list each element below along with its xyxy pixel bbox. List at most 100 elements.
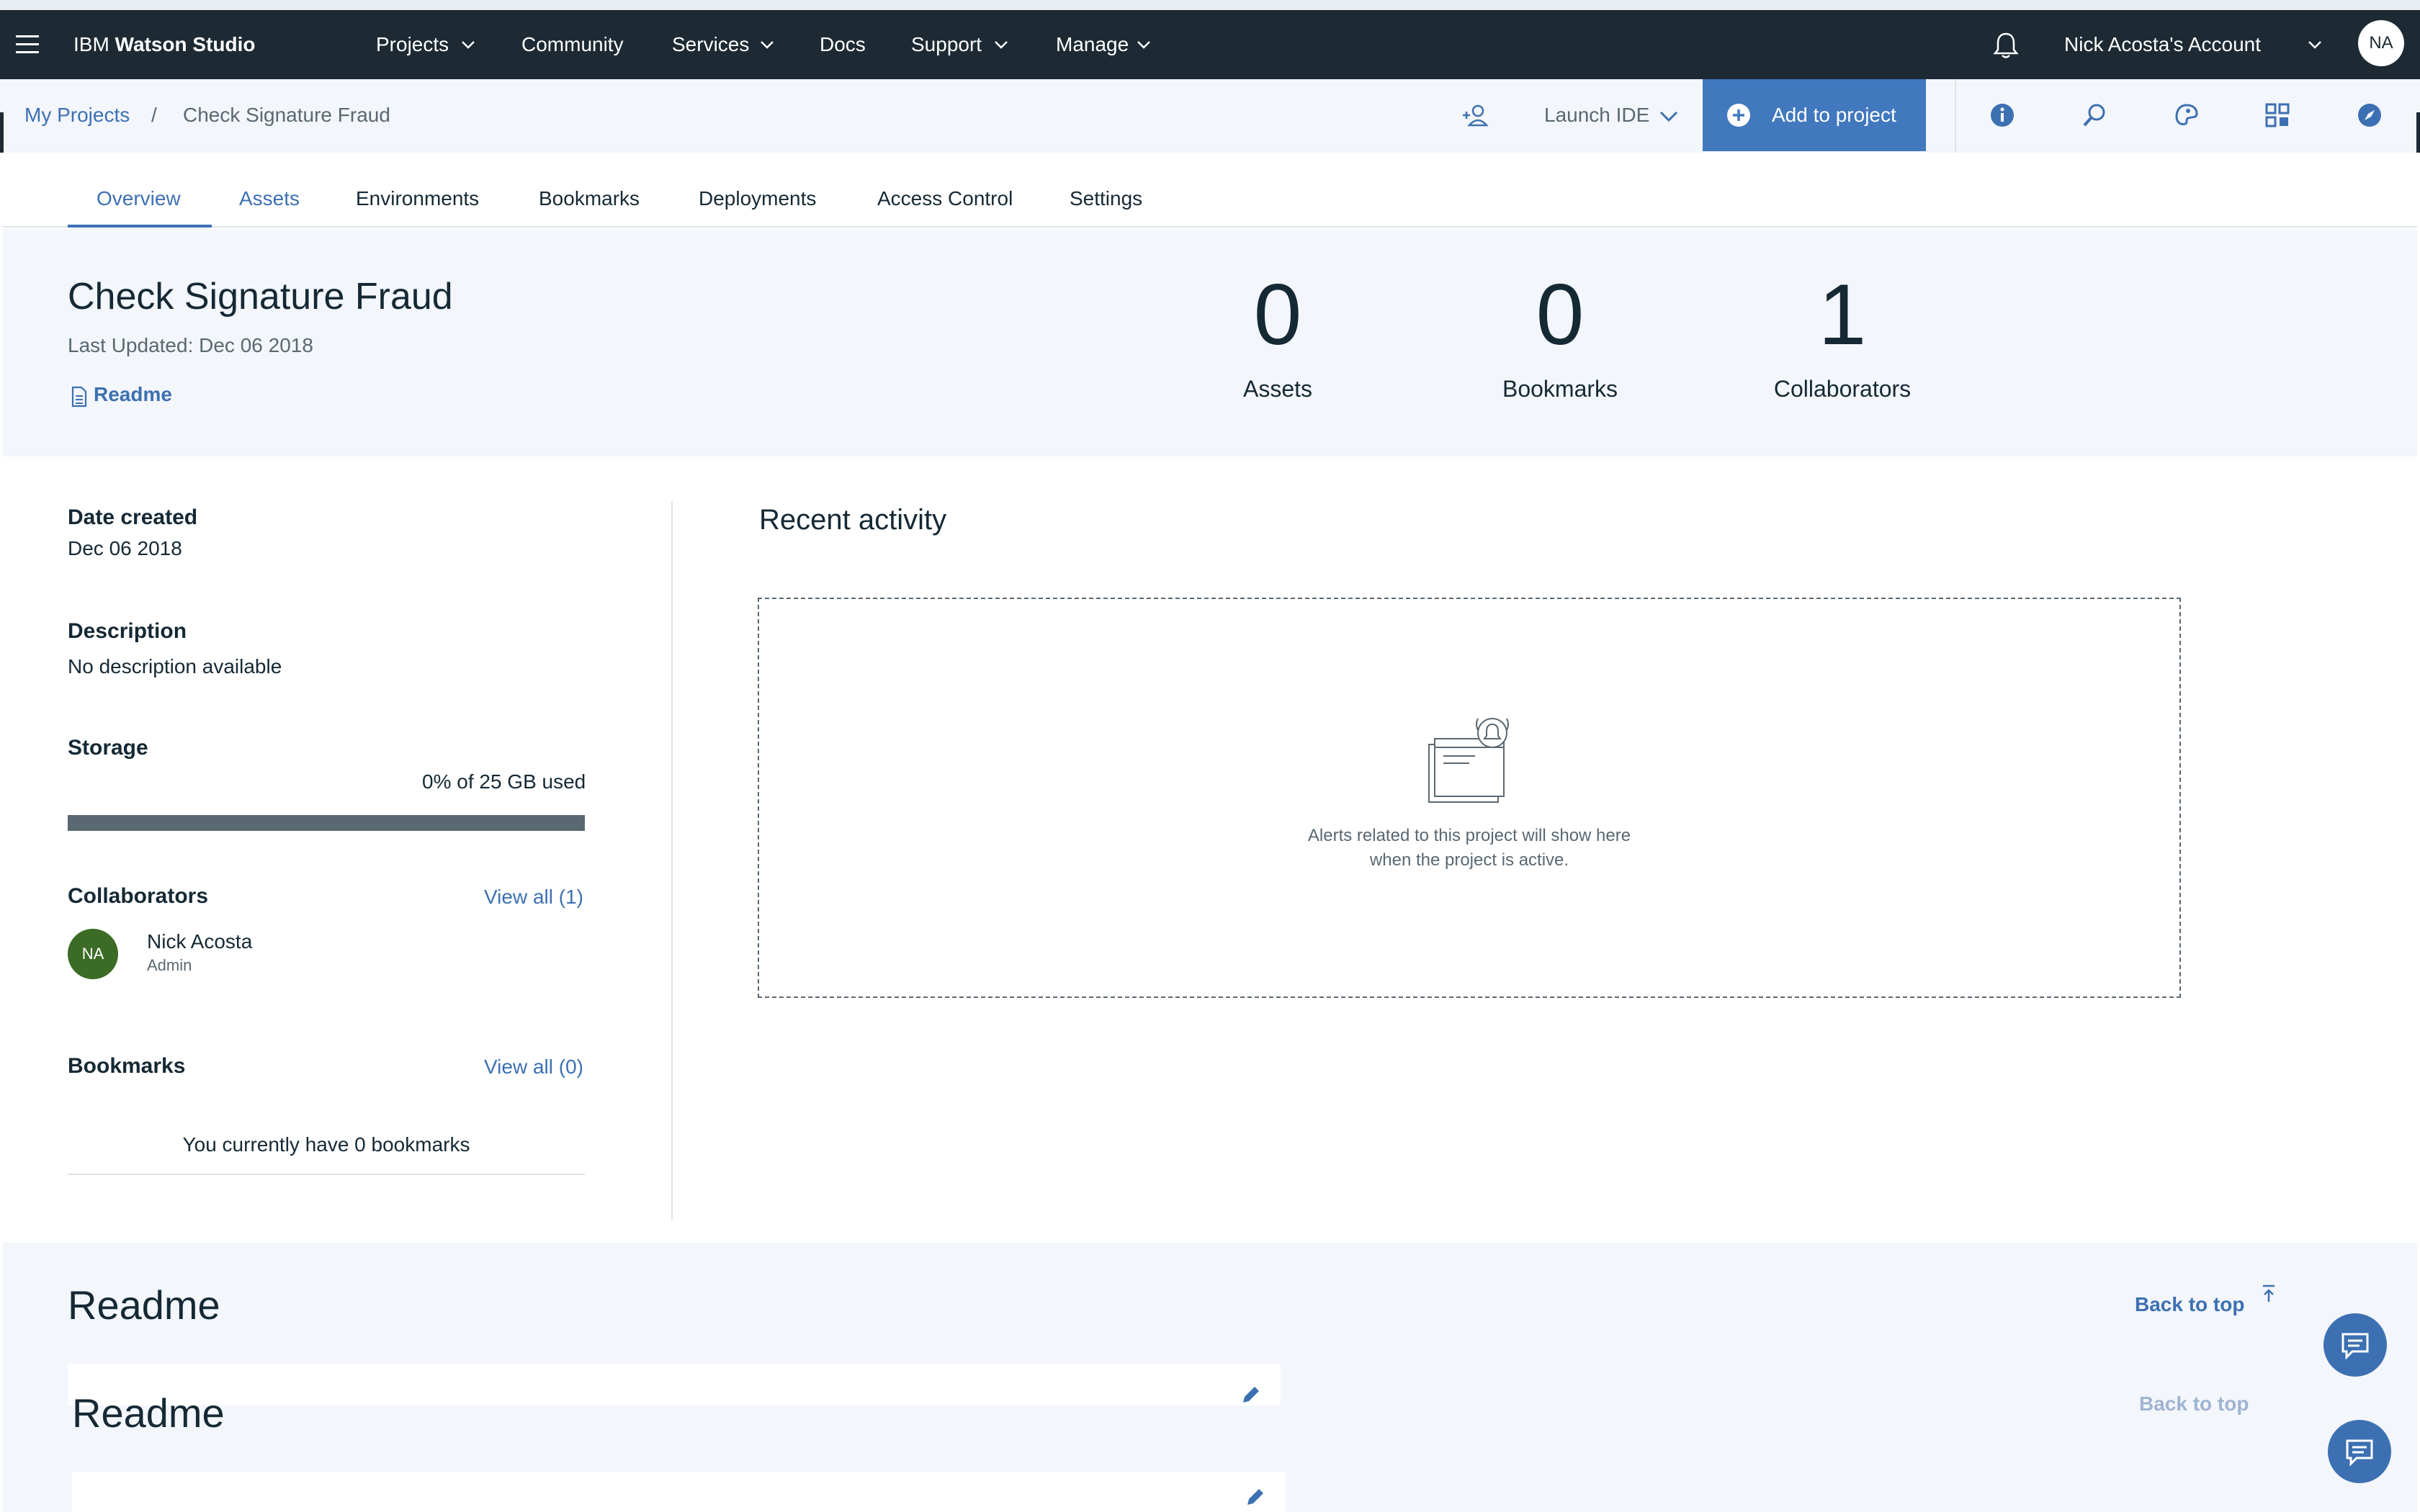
document-icon bbox=[71, 386, 88, 408]
readme-card bbox=[72, 1472, 1285, 1512]
add-collaborator-icon[interactable] bbox=[1461, 101, 1489, 130]
empty-line-2: when the project is active. bbox=[1369, 850, 1569, 870]
bookmarks-label: Bookmarks bbox=[68, 1054, 186, 1078]
nav-label: Manage bbox=[1056, 33, 1129, 55]
nav-support[interactable]: Support bbox=[911, 10, 982, 79]
date-created-value: Dec 06 2018 bbox=[68, 537, 182, 559]
chevron-down-icon bbox=[1137, 40, 1151, 49]
nav-services[interactable]: Services bbox=[672, 10, 749, 79]
nav-label: Docs bbox=[820, 33, 866, 55]
edit-icon[interactable] bbox=[1245, 1486, 1266, 1508]
brand-prefix: IBM bbox=[73, 33, 109, 55]
collaborators-view-all-link[interactable]: View all (1) bbox=[484, 886, 583, 909]
add-to-project-button[interactable]: Add to project bbox=[1703, 79, 1926, 151]
stat-collaborators-value: 1 bbox=[1818, 266, 1867, 363]
chevron-down-icon bbox=[461, 40, 475, 49]
empty-line-1: Alerts related to this project will show… bbox=[1307, 826, 1631, 845]
chat-icon bbox=[2345, 1439, 2374, 1466]
user-avatar[interactable]: NA bbox=[2358, 20, 2404, 66]
nav-label: Community bbox=[521, 33, 624, 55]
column-divider bbox=[671, 501, 673, 1220]
avatar: NA bbox=[68, 929, 118, 979]
bell-icon[interactable] bbox=[1991, 30, 2021, 60]
launch-ide-button[interactable]: Launch IDE bbox=[1544, 104, 1649, 127]
project-tabs: Overview Assets Environments Bookmarks D… bbox=[3, 153, 2417, 228]
top-navigation-bar: IBM Watson Studio Projects Community Ser… bbox=[0, 10, 2420, 79]
search-icon[interactable] bbox=[2081, 102, 2107, 128]
chat-icon bbox=[2341, 1332, 2370, 1359]
chevron-down-icon[interactable] bbox=[2308, 40, 2322, 49]
chevron-down-icon bbox=[760, 40, 774, 49]
breadcrumb-current: Check Signature Fraud bbox=[183, 104, 390, 126]
browser-top-strip bbox=[0, 0, 2420, 10]
tab-assets[interactable]: Assets bbox=[239, 187, 300, 210]
chat-button[interactable] bbox=[2323, 1313, 2387, 1377]
stat-assets-label: Assets bbox=[1242, 376, 1313, 402]
alert-folder-icon bbox=[1425, 711, 1515, 805]
back-to-top-link[interactable]: Back to top bbox=[2139, 1392, 2249, 1416]
toolbar-separator bbox=[1955, 79, 1956, 153]
chat-button[interactable] bbox=[2328, 1420, 2391, 1483]
tab-deployments[interactable]: Deployments bbox=[699, 187, 816, 210]
storage-usage-text: 0% of 25 GB used bbox=[422, 770, 586, 793]
stat-assets-value: 0 bbox=[1253, 266, 1302, 363]
menu-icon[interactable] bbox=[14, 33, 40, 56]
recent-activity-title: Recent activity bbox=[759, 504, 947, 536]
storage-bar bbox=[68, 815, 585, 831]
apps-icon[interactable] bbox=[2264, 102, 2290, 128]
app-brand[interactable]: IBM Watson Studio bbox=[73, 10, 256, 79]
storage-label: Storage bbox=[68, 736, 148, 760]
launch-ide-label: Launch IDE bbox=[1544, 104, 1650, 126]
edit-icon[interactable] bbox=[1240, 1384, 1262, 1405]
brand-name: Watson Studio bbox=[115, 33, 256, 55]
nav-manage[interactable]: Manage bbox=[1056, 10, 1129, 79]
add-to-project-label: Add to project bbox=[1772, 104, 1896, 126]
recent-activity-empty-state: Alerts related to this project will show… bbox=[758, 598, 2181, 998]
nav-label: Support bbox=[911, 33, 982, 55]
stat-collaborators-label: Collaborators bbox=[1773, 376, 1912, 402]
date-created-label: Date created bbox=[68, 505, 198, 529]
compass-icon[interactable] bbox=[2357, 102, 2383, 128]
tab-access-control[interactable]: Access Control bbox=[877, 187, 1013, 210]
duplicate-readme-section: Readme Back to top bbox=[3, 1390, 2417, 1512]
tab-bookmarks[interactable]: Bookmarks bbox=[539, 187, 640, 210]
description-label: Description bbox=[68, 619, 187, 643]
arrow-up-icon[interactable] bbox=[2260, 1283, 2277, 1305]
readme-card bbox=[68, 1364, 1281, 1407]
breadcrumb-separator: / bbox=[151, 104, 157, 126]
tab-overview[interactable]: Overview bbox=[97, 187, 181, 210]
chevron-down-icon[interactable] bbox=[1659, 111, 1678, 122]
description-value: No description available bbox=[68, 655, 282, 678]
page-title: Check Signature Fraud bbox=[68, 276, 453, 318]
chevron-down-icon bbox=[994, 40, 1008, 49]
back-to-top-link[interactable]: Back to top bbox=[2135, 1293, 2244, 1316]
readme-title: Readme bbox=[68, 1282, 220, 1328]
nav-projects[interactable]: Projects bbox=[376, 10, 449, 79]
project-overview-header: Check Signature Fraud Last Updated: Dec … bbox=[3, 229, 2417, 456]
nav-label: Projects bbox=[376, 33, 449, 55]
nav-docs[interactable]: Docs bbox=[820, 10, 866, 79]
plus-circle-icon bbox=[1726, 102, 1752, 128]
account-switcher[interactable]: Nick Acosta's Account bbox=[2064, 10, 2261, 79]
tab-settings[interactable]: Settings bbox=[1070, 187, 1142, 210]
bookmarks-view-all-link[interactable]: View all (0) bbox=[484, 1056, 583, 1079]
palette-icon[interactable] bbox=[2174, 102, 2200, 128]
tab-environments[interactable]: Environments bbox=[356, 187, 479, 210]
edge-marker bbox=[0, 112, 4, 153]
readme-link[interactable]: Readme bbox=[94, 383, 172, 406]
nav-community[interactable]: Community bbox=[521, 10, 624, 79]
readme-title: Readme bbox=[72, 1390, 225, 1436]
empty-state-message: Alerts related to this project will show… bbox=[759, 824, 2179, 873]
nav-label: Services bbox=[672, 33, 750, 55]
account-name: Nick Acosta's Account bbox=[2064, 33, 2262, 55]
collaborators-label: Collaborators bbox=[68, 884, 209, 908]
edge-marker bbox=[2416, 112, 2420, 153]
active-tab-indicator bbox=[68, 225, 212, 228]
divider bbox=[68, 1174, 585, 1175]
stat-bookmarks-value: 0 bbox=[1536, 266, 1585, 363]
last-updated: Last Updated: Dec 06 2018 bbox=[68, 334, 313, 356]
info-icon[interactable] bbox=[1989, 102, 2015, 128]
breadcrumb-my-projects[interactable]: My Projects bbox=[24, 104, 130, 127]
collaborator-role: Admin bbox=[147, 956, 192, 974]
bookmarks-empty-text: You currently have 0 bookmarks bbox=[182, 1133, 470, 1156]
